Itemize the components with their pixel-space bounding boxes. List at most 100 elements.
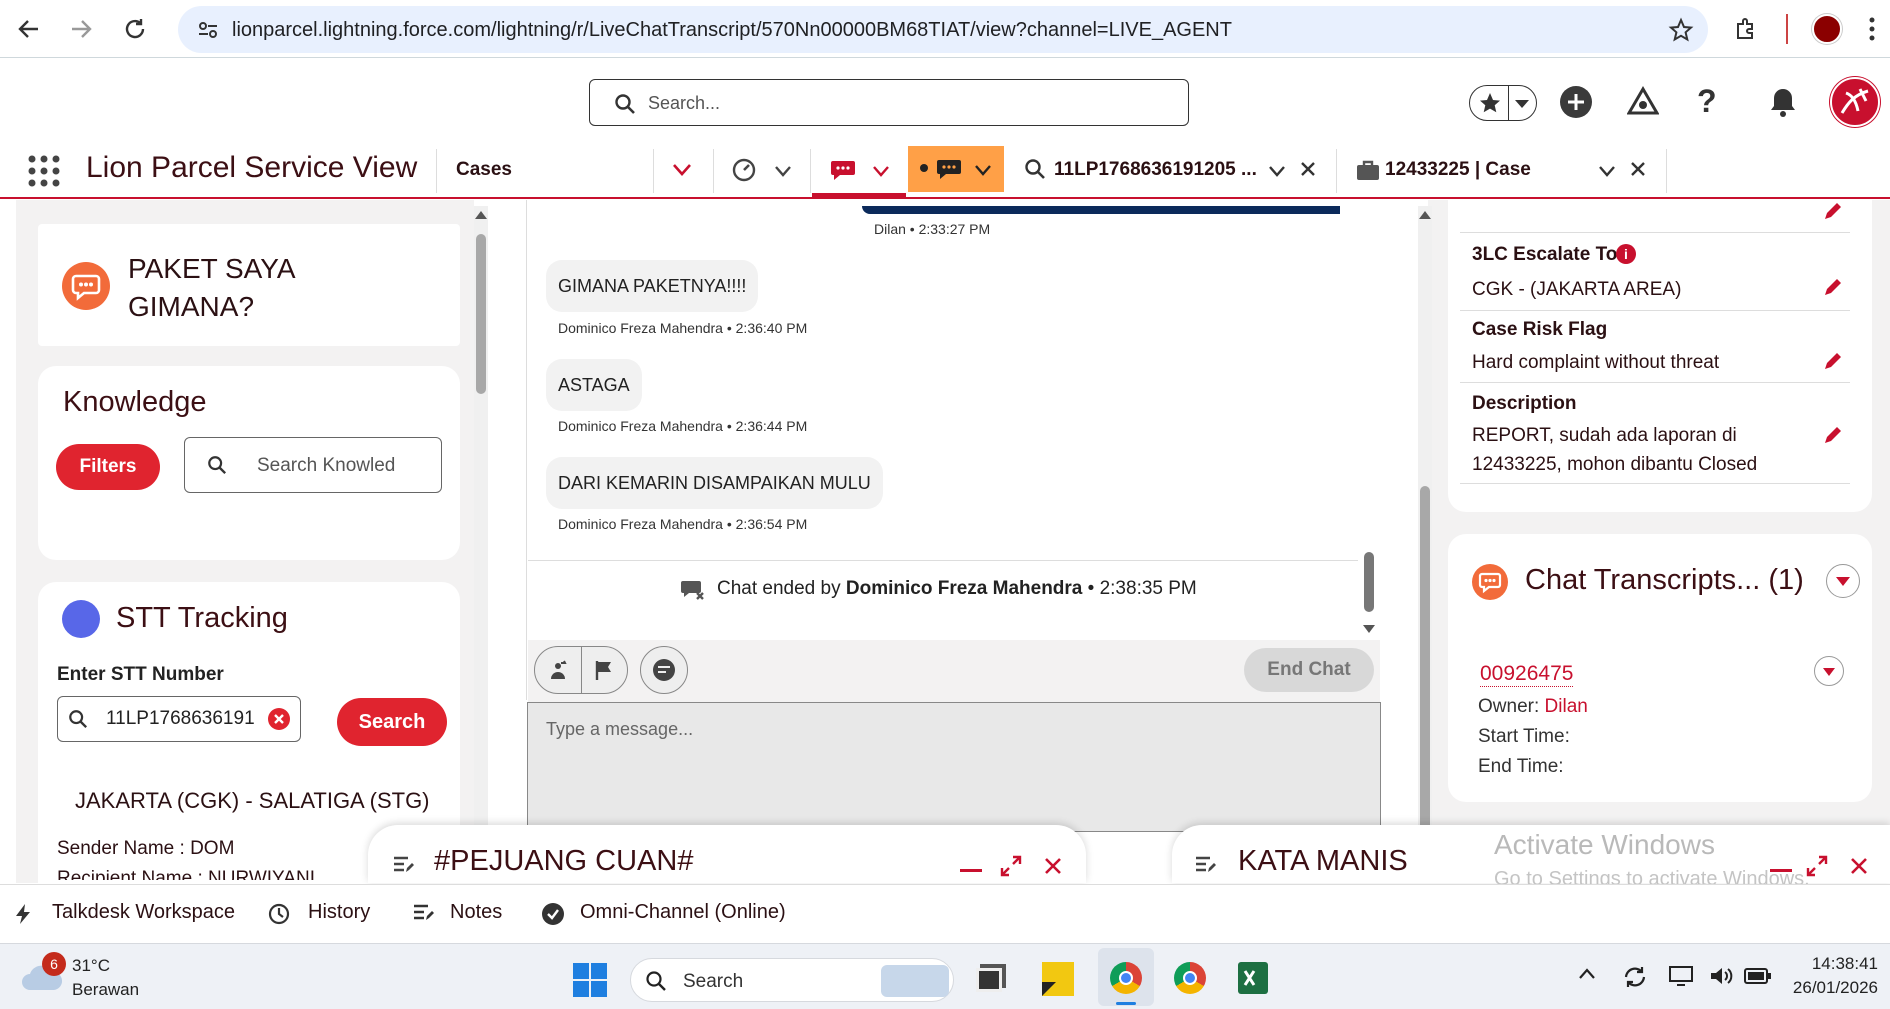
- chevron-down-icon[interactable]: [1598, 165, 1616, 177]
- edit-pencil-icon[interactable]: [1822, 424, 1844, 446]
- scroll-up-icon[interactable]: [474, 210, 488, 220]
- edit-pencil-icon[interactable]: [1822, 276, 1844, 298]
- chat-ended-time: • 2:38:35 PM: [1087, 578, 1197, 599]
- sync-icon[interactable]: [1622, 964, 1648, 990]
- excel-icon[interactable]: [1238, 962, 1268, 994]
- left-scroll-thumb[interactable]: [476, 234, 486, 394]
- scroll-down-icon[interactable]: [1362, 624, 1376, 634]
- end-chat-button[interactable]: End Chat: [1244, 648, 1374, 692]
- stt-route: JAKARTA (CGK) - SALATIGA (STG): [75, 788, 430, 813]
- global-search-input[interactable]: Search...: [589, 79, 1189, 126]
- site-settings-icon[interactable]: [196, 18, 220, 42]
- bookmark-star-icon[interactable]: [1668, 17, 1694, 43]
- network-icon[interactable]: [1668, 964, 1694, 988]
- card-menu-chevron-icon[interactable]: [1826, 564, 1860, 598]
- extensions-icon[interactable]: [1734, 16, 1760, 42]
- left-scrollbar[interactable]: [474, 206, 488, 882]
- chevron-down-icon[interactable]: [774, 165, 792, 177]
- taskbar-search[interactable]: Search: [630, 958, 954, 1002]
- chat-scrollbar[interactable]: [1362, 550, 1376, 640]
- help-icon[interactable]: ?: [1697, 83, 1717, 120]
- utility-omni-channel[interactable]: Omni-Channel (Online): [580, 901, 786, 924]
- tab-chat-record[interactable]: 11LP1768636191205 ...: [1054, 159, 1257, 181]
- close-tab-icon[interactable]: [1300, 161, 1316, 177]
- tab-chat-alert[interactable]: [908, 146, 1004, 192]
- chevron-down-icon: [974, 164, 992, 176]
- agent-message-meta: Dilan • 2:33:27 PM: [874, 221, 991, 237]
- quick-text-icon[interactable]: [640, 646, 688, 694]
- knowledge-search-placeholder: Search Knowled: [257, 455, 396, 476]
- chrome-profile-icon[interactable]: [1174, 962, 1206, 994]
- chrome-icon: [1110, 962, 1142, 994]
- global-create-icon[interactable]: [1560, 86, 1592, 118]
- object-tab-cases[interactable]: Cases: [456, 159, 512, 181]
- knowledge-search-input[interactable]: Search Knowled: [184, 437, 442, 493]
- minimize-icon[interactable]: [960, 869, 982, 872]
- tray-chevron-up-icon[interactable]: [1578, 968, 1596, 980]
- gauge-tab-icon[interactable]: [732, 158, 756, 182]
- browser-menu-icon[interactable]: [1868, 16, 1876, 42]
- chat-ended-icon: [680, 578, 706, 602]
- sticky-notes-icon[interactable]: [1042, 962, 1074, 996]
- docked-window-pejuang-cuan[interactable]: #PEJUANG CUAN#: [368, 825, 1086, 883]
- favorites-button[interactable]: [1469, 85, 1537, 121]
- note-icon: [1194, 855, 1216, 875]
- right-scrollbar[interactable]: [1418, 206, 1432, 882]
- expand-icon[interactable]: [1000, 855, 1022, 877]
- user-avatar[interactable]: [1830, 77, 1880, 127]
- stt-sender: Sender Name : DOM: [57, 838, 235, 859]
- close-tab-icon[interactable]: [1630, 161, 1646, 177]
- chat-transcripts-title[interactable]: Chat Transcripts... (1): [1525, 564, 1804, 597]
- flag-icon[interactable]: [593, 659, 615, 681]
- message-input[interactable]: Type a message...: [527, 702, 1381, 832]
- address-bar[interactable]: lionparcel.lightning.force.com/lightning…: [178, 6, 1708, 53]
- briefcase-icon: [1356, 159, 1380, 181]
- clock-time[interactable]: 14:38:41: [1770, 954, 1878, 974]
- utility-history[interactable]: History: [308, 901, 370, 924]
- chat-icon: [62, 262, 110, 310]
- right-scroll-thumb[interactable]: [1420, 486, 1430, 882]
- task-view-icon[interactable]: [976, 968, 1002, 992]
- clock-date[interactable]: 26/01/2026: [1770, 978, 1878, 998]
- tab-chat-active[interactable]: [812, 141, 906, 197]
- clear-input-icon[interactable]: [268, 708, 290, 730]
- profile-avatar[interactable]: [1812, 14, 1842, 44]
- cases-menu-chevron-icon[interactable]: [672, 163, 692, 177]
- search-icon: [645, 970, 667, 992]
- star-icon: [1478, 91, 1502, 115]
- setup-assistant-icon[interactable]: [1627, 86, 1659, 116]
- battery-icon[interactable]: [1744, 966, 1772, 986]
- filters-button[interactable]: Filters: [56, 444, 160, 490]
- reload-icon[interactable]: [118, 12, 152, 46]
- stt-title: STT Tracking: [116, 602, 288, 634]
- chat-ended-prefix: Chat ended by: [717, 578, 841, 599]
- windows-start-icon[interactable]: [572, 962, 608, 998]
- tab-case-record[interactable]: 12433225 | Case: [1385, 159, 1531, 181]
- close-icon[interactable]: [1850, 857, 1868, 875]
- search-icon: [68, 709, 88, 729]
- transcript-record-link[interactable]: 00926475: [1480, 662, 1574, 687]
- edit-pencil-icon[interactable]: [1822, 200, 1844, 222]
- notifications-bell-icon[interactable]: [1768, 86, 1798, 118]
- row-menu-chevron-icon[interactable]: [1814, 656, 1844, 686]
- edit-pencil-icon[interactable]: [1822, 350, 1844, 372]
- owner-link[interactable]: Dilan: [1545, 696, 1588, 717]
- stt-recipient: Recipient Name : NURWIYANI: [57, 868, 315, 880]
- forward-arrow-icon[interactable]: [64, 12, 98, 46]
- close-icon[interactable]: [1044, 857, 1062, 875]
- chevron-down-icon[interactable]: [1268, 165, 1286, 177]
- back-arrow-icon[interactable]: [12, 12, 46, 46]
- utility-notes[interactable]: Notes: [450, 901, 502, 924]
- transfer-icon[interactable]: [547, 659, 569, 681]
- scroll-up-icon[interactable]: [1418, 210, 1432, 220]
- info-icon[interactable]: i: [1616, 244, 1636, 264]
- utility-talkdesk-workspace[interactable]: Talkdesk Workspace: [52, 901, 235, 924]
- chat-scroll-thumb[interactable]: [1364, 552, 1374, 612]
- stt-search-button[interactable]: Search: [337, 698, 447, 746]
- volume-icon[interactable]: [1708, 964, 1734, 988]
- chat-ended-notice: Chat ended by Dominico Freza Mahendra • …: [717, 578, 1197, 600]
- transcript-owner: Owner: Dilan: [1478, 696, 1588, 718]
- chrome-app-active[interactable]: [1098, 948, 1154, 1006]
- stt-number-input[interactable]: 11LP1768636191: [57, 696, 301, 742]
- app-launcher-icon[interactable]: [28, 155, 60, 187]
